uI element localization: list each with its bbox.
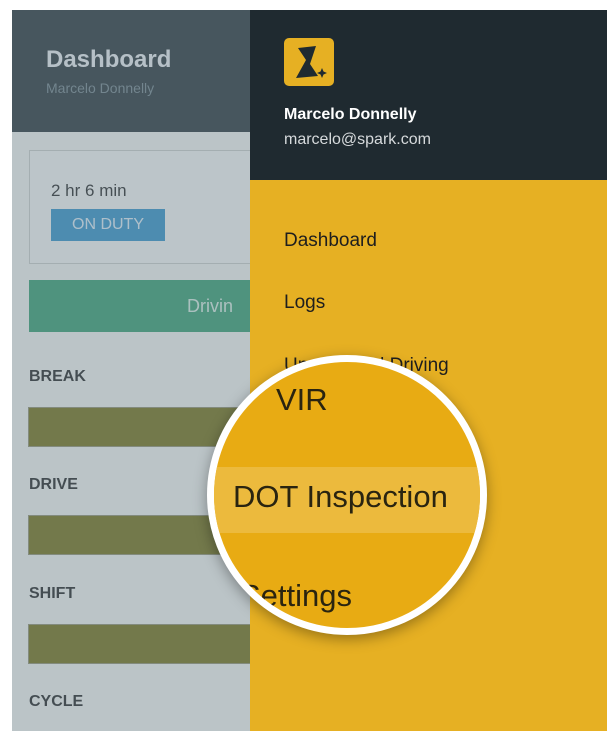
spark-logo-icon (284, 38, 334, 86)
drawer-user-email: marcelo@spark.com (284, 131, 431, 148)
drawer-header: Marcelo Donnelly marcelo@spark.com (250, 10, 607, 180)
nav-item-logs[interactable]: Logs (284, 292, 325, 314)
nav-item-vir[interactable]: VIR (276, 382, 328, 418)
nav-item-dashboard[interactable]: Dashboard (284, 230, 377, 252)
screen: Dashboard Marcelo Donnelly 2 hr 6 min ON… (12, 10, 607, 731)
magnifier-callout: VIR DOT Inspection Settings (207, 355, 487, 635)
nav-item-settings[interactable]: Settings (240, 578, 352, 614)
drawer-user-name: Marcelo Donnelly (284, 106, 417, 123)
nav-item-dot-inspection[interactable]: DOT Inspection (233, 479, 448, 515)
